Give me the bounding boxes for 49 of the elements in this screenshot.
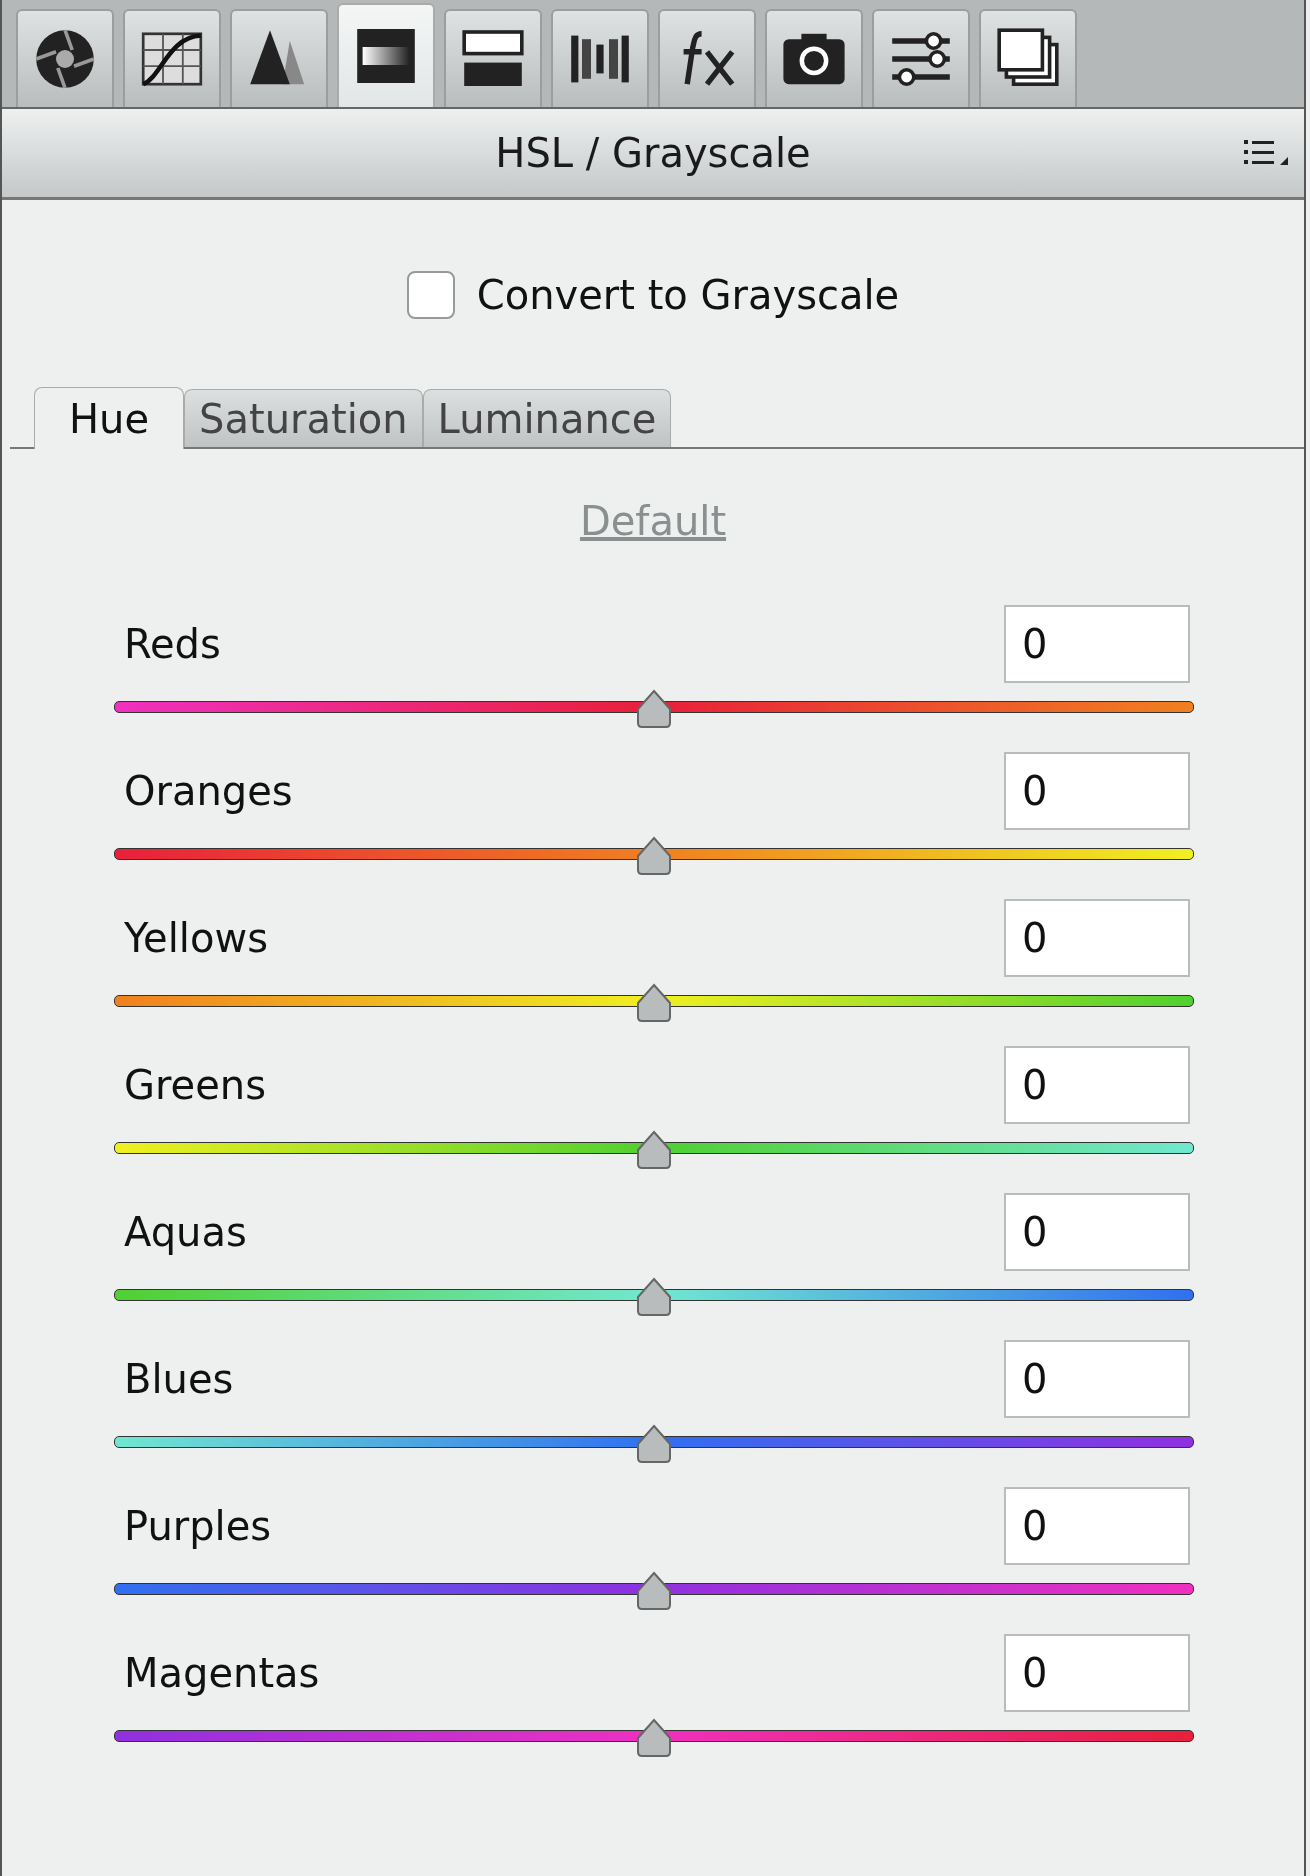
slider-thumb[interactable] xyxy=(634,1571,674,1611)
slider-thumb[interactable] xyxy=(634,1424,674,1464)
tab[interactable]: Luminance xyxy=(422,389,672,447)
hue-slider[interactable] xyxy=(114,836,1194,878)
value-field[interactable]: 0 xyxy=(1004,1340,1190,1418)
slider-thumb[interactable] xyxy=(634,1277,674,1317)
checkbox-label: Convert to Grayscale xyxy=(476,272,900,318)
slider-label: Yellows xyxy=(124,915,268,961)
hue-slider[interactable] xyxy=(114,1277,1194,1319)
value-field[interactable]: 0 xyxy=(1004,605,1190,683)
hue-slider[interactable] xyxy=(114,1130,1194,1172)
value-field[interactable]: 0 xyxy=(1004,1193,1190,1271)
grayscale-checkbox[interactable] xyxy=(406,271,455,319)
tool-tab[interactable] xyxy=(551,9,649,107)
slider-label: Oranges xyxy=(124,768,293,814)
hue-slider[interactable] xyxy=(114,689,1194,731)
tab[interactable]: Hue xyxy=(34,387,185,449)
hue-slider[interactable] xyxy=(114,983,1194,1025)
tool-tab[interactable] xyxy=(979,9,1077,107)
tool-tab[interactable] xyxy=(444,9,542,107)
slider-label: Aquas xyxy=(124,1209,247,1255)
slider-thumb[interactable] xyxy=(634,1130,674,1170)
tool-tab[interactable] xyxy=(765,9,863,107)
tool-tab[interactable] xyxy=(337,3,435,107)
tool-tab[interactable] xyxy=(123,9,221,107)
tool-tab[interactable] xyxy=(872,9,970,107)
tab[interactable]: Saturation xyxy=(184,389,423,447)
value-field[interactable]: 0 xyxy=(1004,1634,1190,1712)
hue-slider[interactable] xyxy=(114,1718,1194,1760)
hue-slider[interactable] xyxy=(114,1424,1194,1466)
slider-thumb[interactable] xyxy=(634,1718,674,1758)
slider-label: Magentas xyxy=(124,1650,320,1696)
value-field[interactable]: 0 xyxy=(1004,1487,1190,1565)
hue-slider[interactable] xyxy=(114,1571,1194,1613)
slider-label: Reds xyxy=(124,621,221,667)
slider-thumb[interactable] xyxy=(634,836,674,876)
value-field[interactable]: 0 xyxy=(1004,752,1190,830)
slider-thumb[interactable] xyxy=(634,689,674,729)
panel-title: HSL / Grayscale xyxy=(495,130,811,176)
value-field[interactable]: 0 xyxy=(1004,1046,1190,1124)
tool-tab[interactable] xyxy=(230,9,328,107)
slider-label: Greens xyxy=(124,1062,266,1108)
slider-label: Blues xyxy=(124,1356,234,1402)
slider-label: Purples xyxy=(124,1503,272,1549)
panel-menu-icon[interactable] xyxy=(1244,137,1290,167)
slider-thumb[interactable] xyxy=(634,983,674,1023)
value-field[interactable]: 0 xyxy=(1004,899,1190,977)
tool-tab[interactable] xyxy=(16,9,114,107)
tool-tab[interactable] xyxy=(658,9,756,107)
